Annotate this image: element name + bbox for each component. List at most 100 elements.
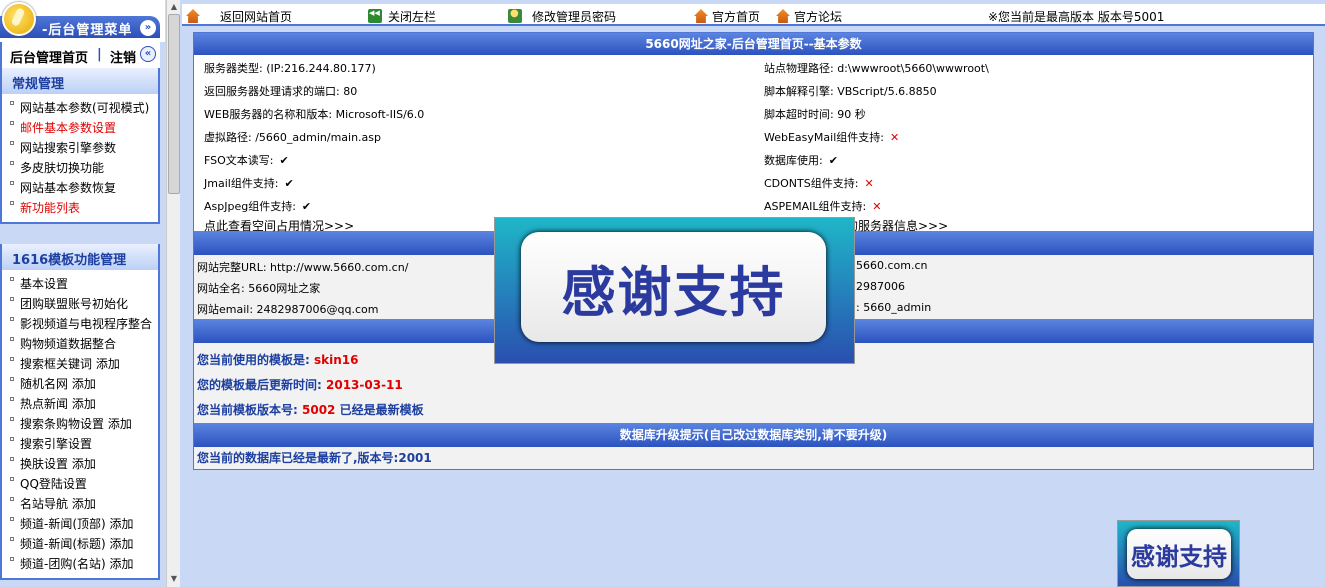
server-param-text: 返回服务器处理请求的端口: 80	[204, 85, 358, 98]
server-param-text: CDONTS组件支持:	[764, 177, 859, 190]
menu-item[interactable]: 基本设置	[10, 274, 158, 294]
nav-back-home-label: 返回网站首页	[220, 10, 293, 24]
menu-item[interactable]: QQ登陆设置	[10, 474, 158, 494]
bullet-icon	[10, 517, 14, 521]
nav-official-home-label: 官方首页	[712, 10, 761, 24]
template-version-row: 您当前模板版本号: 5002 已经是最新模板	[197, 401, 424, 418]
scroll-up-icon[interactable]: ▲	[169, 2, 179, 12]
server-param: Jmail组件支持: ✔	[204, 175, 294, 191]
bullet-icon	[10, 377, 14, 381]
nav-official-forum[interactable]: 官方论坛	[776, 8, 842, 25]
bullet-icon	[10, 101, 14, 105]
menu-item[interactable]: 搜索条购物设置 添加	[10, 414, 158, 434]
scroll-down-icon[interactable]: ▼	[169, 574, 179, 584]
menu-item[interactable]: 团购联盟账号初始化	[10, 294, 158, 314]
server-param-text: 脚本解释引擎: VBScript/5.6.8850	[764, 85, 937, 98]
bullet-icon	[10, 417, 14, 421]
menu-header: -后台管理菜单 »	[0, 0, 165, 42]
server-param: 返回服务器处理请求的端口: 80	[204, 83, 357, 99]
nav-change-password[interactable]: 修改管理员密码	[508, 8, 616, 25]
cross-icon: ✕	[872, 200, 882, 213]
menu-item[interactable]: 购物频道数据整合	[10, 334, 158, 354]
check-icon: ✔	[284, 177, 294, 190]
site-info-field: 2987006	[856, 280, 905, 293]
menu-item-label: 名站导航 添加	[20, 497, 96, 511]
menu-item[interactable]: 影视频道与电视程序整合	[10, 314, 158, 334]
key-icon	[508, 8, 522, 23]
menu-item[interactable]: 频道-团购(名站) 添加	[10, 554, 158, 574]
section-title-template[interactable]: 1616模板功能管理	[0, 244, 160, 270]
menu-item-label: 搜索框关键词 添加	[20, 357, 120, 371]
menu-item[interactable]: 频道-新闻(标题) 添加	[10, 534, 158, 554]
bullet-icon	[10, 161, 14, 165]
menu-item-label: 多皮肤切换功能	[20, 161, 105, 175]
server-param: CDONTS组件支持: ✕	[764, 175, 874, 191]
bullet-icon	[10, 337, 14, 341]
menu-item-label: 网站搜索引擎参数	[20, 141, 117, 155]
cross-icon: ✕	[889, 131, 900, 144]
house-icon	[694, 9, 708, 23]
menu-item[interactable]: 搜索框关键词 添加	[10, 354, 158, 374]
db-upgrade-title: 数据库升级提示(自己改过数据库类别,请不要升级)	[194, 423, 1313, 447]
bullet-icon	[10, 457, 14, 461]
menu-item-label: 团购联盟账号初始化	[20, 297, 129, 311]
space-usage-link[interactable]: 点此查看空间占用情况>>>	[204, 217, 354, 234]
template-version-value: 5002	[302, 403, 336, 417]
left-scrollbar[interactable]: ▲ ▼	[166, 0, 180, 587]
bullet-icon	[10, 477, 14, 481]
menu-item[interactable]: 邮件基本参数设置	[10, 118, 158, 138]
main-title: 5660网址之家-后台管理首页--基本参数	[194, 33, 1313, 55]
nav-change-password-label: 修改管理员密码	[532, 10, 617, 24]
menu-item[interactable]: 网站基本参数(可视模式)	[10, 98, 158, 118]
menu-item-label: 频道-新闻(顶部) 添加	[20, 517, 134, 531]
db-upgrade-message: 您当前的数据库已经是最新了,版本号:2001	[194, 447, 1313, 469]
menu-title: -后台管理菜单	[42, 23, 133, 38]
server-param-text: WEB服务器的名称和版本: Microsoft-IIS/6.0	[204, 108, 425, 121]
top-nav: 返回网站首页 关闭左栏 修改管理员密码 官方首页 官方论坛 ※您当前是最高版本 …	[182, 4, 1325, 26]
nav-official-home[interactable]: 官方首页	[694, 8, 760, 25]
cross-icon: ✕	[864, 177, 874, 190]
site-info-field: 网站完整URL: http://www.5660.com.cn/	[197, 261, 409, 274]
bullet-icon	[10, 121, 14, 125]
menu-item[interactable]: 多皮肤切换功能	[10, 158, 158, 178]
menu-item[interactable]: 频道-新闻(顶部) 添加	[10, 514, 158, 534]
template-name-row: 您当前使用的模板是: skin16	[197, 351, 358, 368]
nav-close-left[interactable]: 关闭左栏	[368, 8, 436, 25]
menu-item[interactable]: 名站导航 添加	[10, 494, 158, 514]
home-separator: |	[97, 47, 102, 62]
server-param: ASPEMAIL组件支持: ✕	[764, 198, 881, 214]
menu-item[interactable]: 网站搜索引擎参数	[10, 138, 158, 158]
thanks-banner-text: 感谢支持	[521, 232, 826, 342]
menu-item[interactable]: 热点新闻 添加	[10, 394, 158, 414]
check-icon: ✔	[828, 154, 838, 167]
menu-item-label: 购物频道数据整合	[20, 337, 117, 351]
server-info-link[interactable]: 的服务器信息>>>	[846, 217, 948, 234]
menu-item-label: 网站基本参数(可视模式)	[20, 101, 150, 115]
thanks-banner-small-text: 感谢支持	[1127, 529, 1231, 579]
nav-back-home[interactable]: 返回网站首页	[186, 8, 292, 25]
check-icon: ✔	[279, 154, 289, 167]
bullet-icon	[10, 201, 14, 205]
menu-item[interactable]: 网站基本参数恢复	[10, 178, 158, 198]
server-param-text: AspJpeg组件支持:	[204, 200, 296, 213]
scroll-thumb[interactable]	[168, 14, 180, 194]
server-param-text: Jmail组件支持:	[204, 177, 279, 190]
server-param-text: 服务器类型: (IP:216.244.80.177)	[204, 62, 376, 75]
server-param-text: 站点物理路径: d:\wwwroot\5660\wwwroot\	[764, 62, 989, 75]
site-info-field: 网站全名: 5660网址之家	[197, 282, 321, 295]
bullet-icon	[10, 297, 14, 301]
template-version-note: 已经是最新模板	[339, 403, 424, 417]
admin-home-link[interactable]: 后台管理首页	[10, 47, 88, 66]
menu-item[interactable]: 搜索引擎设置	[10, 434, 158, 454]
menu-item[interactable]: 新功能列表	[10, 198, 158, 218]
menu-item[interactable]: 随机名网 添加	[10, 374, 158, 394]
admin-page: -后台管理菜单 » 后台管理首页 | 注销 « 常规管理 网站基本参数(可视模式…	[0, 0, 1325, 587]
menu-collapse-icon[interactable]: »	[140, 20, 156, 36]
section-title-general[interactable]: 常规管理	[0, 68, 160, 94]
thanks-banner-small[interactable]: 感谢支持	[1117, 520, 1240, 587]
logout-link[interactable]: 注销	[110, 47, 136, 66]
menu-item[interactable]: 换肤设置 添加	[10, 454, 158, 474]
thanks-banner-large[interactable]: 感谢支持	[494, 217, 855, 364]
hide-menu-icon[interactable]: «	[140, 46, 156, 62]
